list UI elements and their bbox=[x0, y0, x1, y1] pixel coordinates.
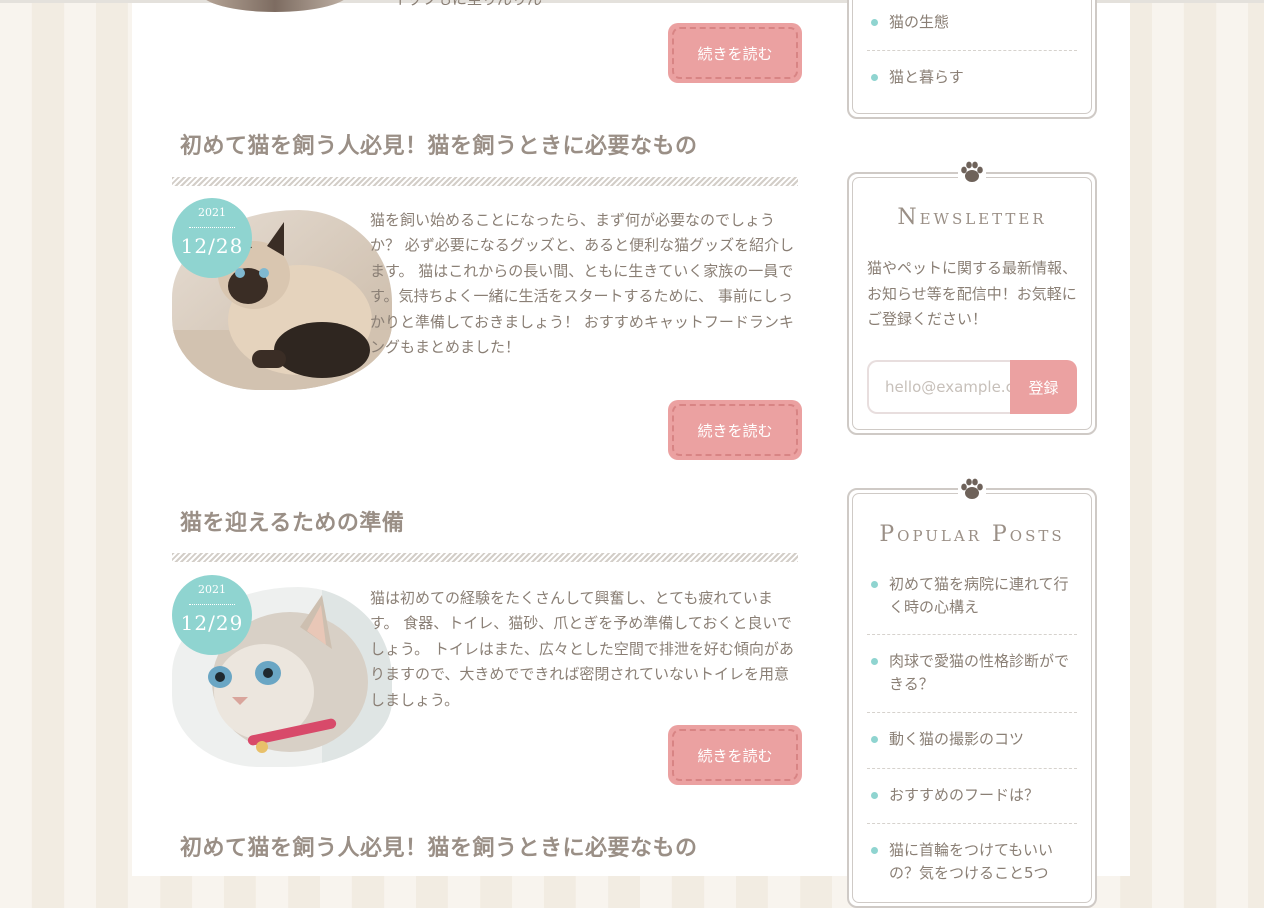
list-divider bbox=[867, 823, 1077, 824]
popular-post-link[interactable]: 猫に首輪をつけてもいいの？気をつけること5つ bbox=[871, 839, 1077, 885]
popular-post-link[interactable]: 初めて猫を病院に連れて行く時の心構え bbox=[871, 573, 1077, 619]
bullet-dot-icon bbox=[871, 581, 878, 588]
category-label: 猫の生態 bbox=[889, 13, 950, 31]
category-link[interactable]: 猫と暮らす bbox=[871, 66, 1077, 89]
title-stripe-divider bbox=[172, 177, 798, 186]
read-more-label: 続きを読む bbox=[672, 27, 798, 79]
excerpt-text: 猫を飼い始めることになったら、まず何が必要なのでしょうか？ 必ず必要になるグッズ… bbox=[370, 211, 795, 357]
popular-post-label: 肉球で愛猫の性格診断ができる？ bbox=[889, 652, 1070, 693]
date-separator bbox=[189, 227, 235, 228]
article-title[interactable]: 猫を迎えるための準備 bbox=[180, 505, 404, 537]
article-1-image-partial bbox=[200, 0, 350, 12]
date-badge: 2021 12/28 bbox=[172, 198, 252, 278]
bullet-dot-icon bbox=[871, 847, 878, 854]
title-stripe-divider bbox=[172, 553, 798, 562]
article-title[interactable]: 初めて猫を飼う人必見！猫を飼うときに必要なもの bbox=[180, 830, 698, 862]
date-year: 2021 bbox=[198, 206, 226, 219]
paw-icon bbox=[958, 160, 986, 186]
date-month-day: 12/29 bbox=[180, 611, 244, 635]
article-1-excerpt-partial: イッフもに至りんりん bbox=[392, 0, 542, 9]
read-more-button[interactable]: 続きを読む bbox=[668, 725, 802, 785]
date-badge: 2021 12/29 bbox=[172, 575, 252, 655]
list-divider bbox=[867, 712, 1077, 713]
date-separator bbox=[189, 604, 235, 605]
date-month-day: 12/28 bbox=[180, 234, 244, 258]
article-title[interactable]: 初めて猫を飼う人必見！猫を飼うときに必要なもの bbox=[180, 128, 698, 160]
popular-post-link[interactable]: 動く猫の撮影のコツ bbox=[871, 728, 1077, 751]
bullet-dot-icon bbox=[871, 792, 878, 799]
newsletter-title: Newsletter bbox=[897, 205, 1047, 230]
paw-icon bbox=[958, 477, 986, 503]
popular-post-label: 初めて猫を病院に連れて行く時の心構え bbox=[889, 575, 1069, 616]
read-more-button[interactable]: 続きを読む bbox=[668, 400, 802, 460]
read-more-label: 続きを読む bbox=[672, 729, 798, 781]
email-input[interactable]: hello@example.com bbox=[867, 360, 1013, 414]
list-divider bbox=[867, 634, 1077, 635]
list-divider bbox=[867, 768, 1077, 769]
category-label: 猫と暮らす bbox=[889, 68, 964, 86]
popular-post-link[interactable]: おすすめのフードは？ bbox=[871, 784, 1077, 807]
bullet-dot-icon bbox=[871, 658, 878, 665]
excerpt-text: 猫は初めての経験をたくさんして興奮し、とても疲れています。 食器、トイレ、猫砂、… bbox=[370, 589, 794, 709]
article-excerpt: 猫は初めての経験をたくさんして興奮し、とても疲れています。 食器、トイレ、猫砂、… bbox=[370, 586, 800, 713]
read-more-button[interactable]: 続きを読む bbox=[668, 23, 802, 83]
category-link[interactable]: 猫の生態 bbox=[871, 11, 1077, 34]
read-more-label: 続きを読む bbox=[672, 404, 798, 456]
popular-post-label: 動く猫の撮影のコツ bbox=[889, 730, 1025, 748]
list-divider bbox=[867, 50, 1077, 51]
popular-posts-title: Popular Posts bbox=[879, 522, 1065, 547]
bullet-dot-icon bbox=[871, 19, 878, 26]
date-year: 2021 bbox=[198, 583, 226, 596]
article-excerpt: 猫を飼い始めることになったら、まず何が必要なのでしょうか？ 必ず必要になるグッズ… bbox=[370, 208, 800, 360]
subscribe-button[interactable]: 登録 bbox=[1010, 360, 1077, 414]
popular-post-link[interactable]: 肉球で愛猫の性格診断ができる？ bbox=[871, 650, 1077, 696]
newsletter-description: 猫やペットに関する最新情報、お知らせ等を配信中！お気軽にご登録ください！ bbox=[867, 259, 1078, 328]
bullet-dot-icon bbox=[871, 736, 878, 743]
bullet-dot-icon bbox=[871, 74, 878, 81]
popular-post-label: おすすめのフードは？ bbox=[889, 786, 1040, 804]
